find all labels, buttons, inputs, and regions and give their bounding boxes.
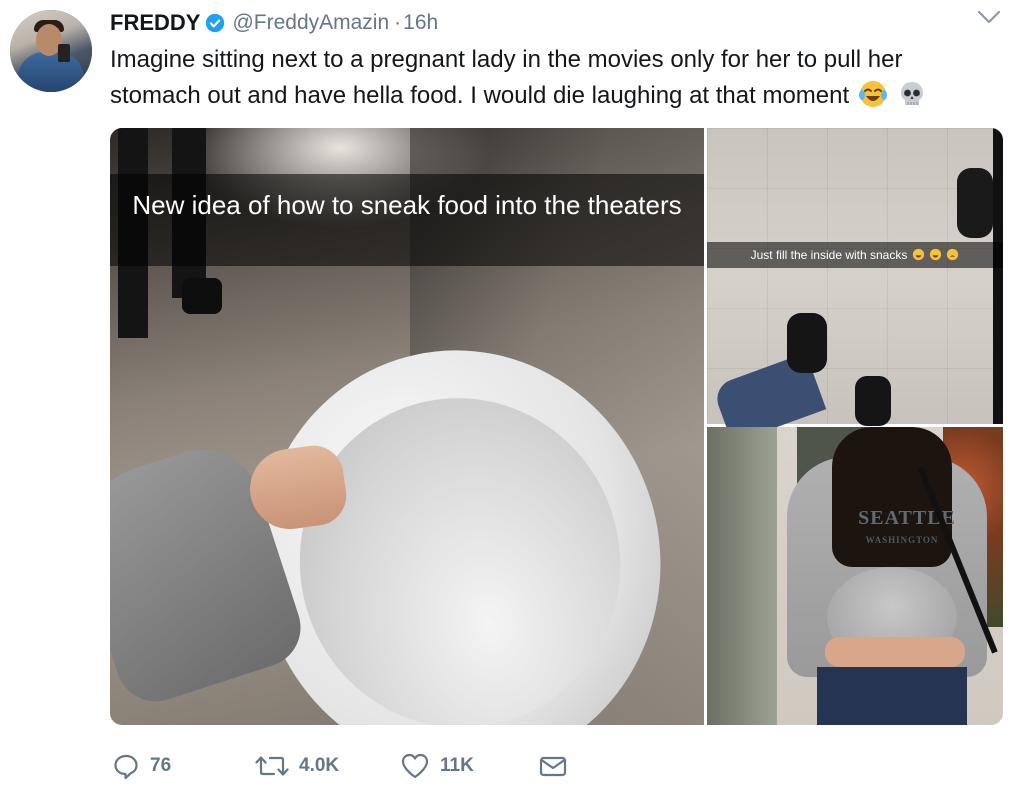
display-name[interactable]: FREDDY — [110, 10, 200, 36]
tweet-text: Imagine sitting next to a pregnant lady … — [110, 42, 990, 114]
tweet-body: Imagine sitting next to a pregnant lady … — [110, 46, 903, 109]
reply-count: 76 — [150, 755, 172, 776]
photo-styrofoam-bowl[interactable]: New idea of how to sneak food into the t… — [110, 128, 704, 725]
retweet-count: 4.0K — [299, 755, 340, 776]
reply-button[interactable]: 76 — [112, 748, 171, 784]
envelope-icon — [539, 756, 567, 777]
verified-badge-icon — [206, 13, 225, 33]
direct-message-button[interactable] — [538, 748, 568, 784]
avatar[interactable] — [10, 10, 92, 92]
separator-dot: · — [394, 11, 402, 34]
photo-floor-boots[interactable]: Just fill the inside with snacks — [707, 128, 1003, 444]
photo-caption: New idea of how to sneak food into the t… — [132, 190, 682, 220]
heart-icon — [401, 753, 429, 779]
media-grid: New idea of how to sneak food into the t… — [110, 128, 1003, 725]
face-with-tears-of-joy-icon — [912, 248, 924, 261]
retweet-icon — [255, 756, 289, 776]
retweet-button[interactable]: 4.0K — [255, 748, 339, 784]
photo-caption-text: Just fill the inside with snacks — [750, 248, 908, 262]
skull-icon — [900, 82, 923, 105]
like-button[interactable]: 11K — [400, 748, 474, 784]
user-handle[interactable]: @FreddyAmazin — [232, 11, 389, 35]
reply-icon — [114, 754, 138, 780]
timestamp[interactable]: 16h — [403, 11, 438, 35]
shirt-logo-subtext: WASHINGTON — [865, 535, 939, 545]
loudly-crying-face-icon — [947, 248, 959, 261]
like-count: 11K — [440, 755, 474, 776]
face-with-tears-of-joy-icon — [858, 81, 887, 107]
face-with-tears-of-joy-icon — [929, 248, 942, 261]
photo-caption-small: Just fill the inside with snacks — [707, 246, 1003, 264]
chevron-down-icon[interactable] — [976, 8, 1002, 28]
photo-pregnant-woman[interactable]: SEATTLE WASHINGTON — [707, 427, 1003, 725]
tweet-card: FREDDY @FreddyAmazin · 16h Imagine sitti… — [0, 0, 1018, 790]
tweet-header: FREDDY @FreddyAmazin · 16h — [110, 6, 438, 40]
